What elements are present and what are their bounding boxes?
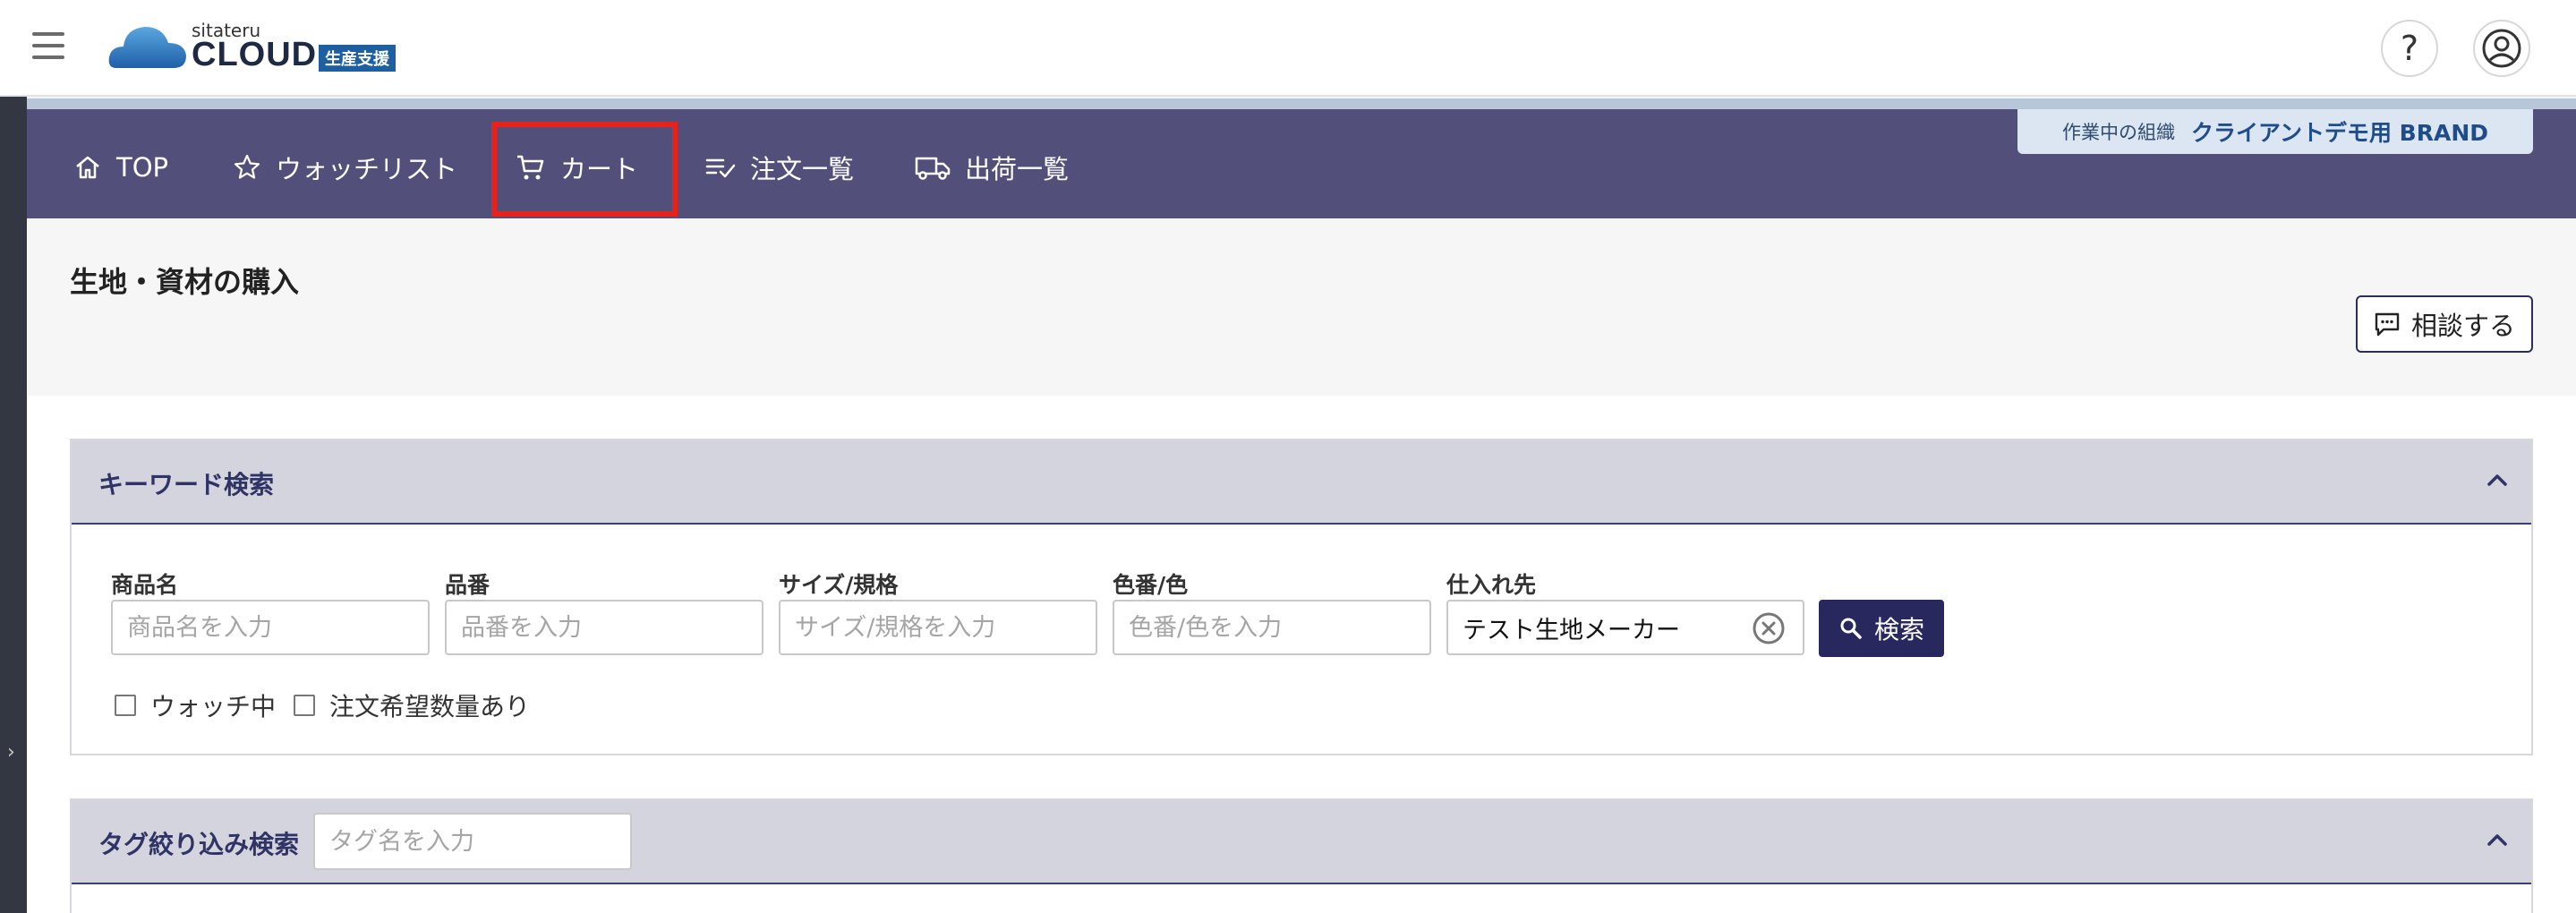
- top-bar: sitateru CLOUD 生産支援 ?: [0, 0, 2576, 97]
- nav-item-orders[interactable]: 注文一覧: [705, 145, 854, 190]
- keyword-search-title: キーワード検索: [98, 470, 275, 499]
- chat-icon: [2375, 312, 2400, 337]
- order-qty-checkbox[interactable]: 注文希望数量あり: [294, 687, 530, 723]
- help-icon: ?: [2400, 29, 2419, 68]
- header-strip: [27, 98, 2576, 109]
- color-label: 色番/色: [1113, 572, 1189, 598]
- nav-item-top[interactable]: TOP: [73, 145, 168, 190]
- chevron-up-icon[interactable]: [2485, 827, 2510, 852]
- size-input[interactable]: [779, 600, 1097, 655]
- watching-checkbox[interactable]: ウォッチ中: [115, 687, 276, 723]
- user-circle-icon: [2482, 29, 2521, 68]
- order-qty-checkbox-label: 注文希望数量あり: [329, 692, 531, 721]
- nav-item-label: 出荷一覧: [965, 154, 1070, 184]
- size-label: サイズ/規格: [779, 572, 899, 598]
- supplier-label: 仕入れ先: [1446, 572, 1537, 598]
- checkbox-box[interactable]: [294, 695, 315, 716]
- search-icon: [1840, 618, 1862, 639]
- nav-item-label: ウォッチリスト: [276, 154, 458, 184]
- page-title: 生地・資材の購入: [70, 265, 300, 299]
- nav-item-shipments[interactable]: 出荷一覧: [915, 145, 1069, 190]
- nav-item-label: TOP: [116, 152, 169, 183]
- tag-search-input[interactable]: [313, 813, 632, 870]
- checkbox-box[interactable]: [115, 695, 136, 716]
- product-name-input[interactable]: [111, 600, 430, 655]
- product-name-label: 商品名: [111, 572, 179, 598]
- consult-button-label: 相談する: [2410, 311, 2515, 341]
- organization-name: クライアントデモ用 BRAND: [2190, 120, 2489, 146]
- expand-sidebar-icon[interactable]: ›: [7, 741, 15, 764]
- help-button[interactable]: ?: [2381, 20, 2438, 77]
- product-code-input[interactable]: [445, 600, 763, 655]
- watching-checkbox-label: ウォッチ中: [150, 692, 277, 721]
- home-icon: [76, 156, 99, 179]
- cart-highlight-box: [491, 122, 678, 217]
- product-code-label: 品番: [445, 572, 490, 598]
- color-input[interactable]: [1113, 600, 1431, 655]
- chevron-up-icon[interactable]: [2485, 467, 2510, 492]
- nav-item-watchlist[interactable]: ウォッチリスト: [233, 145, 457, 190]
- star-icon: [234, 154, 260, 179]
- logo-title: CLOUD: [192, 36, 318, 73]
- left-rail: ›: [0, 97, 27, 913]
- cloud-logo-icon: [108, 27, 186, 68]
- current-organization[interactable]: 作業中の組織 クライアントデモ用 BRAND: [2017, 109, 2533, 154]
- logo-tag: 生産支援: [319, 45, 396, 72]
- consult-button[interactable]: 相談する: [2356, 295, 2533, 353]
- account-button[interactable]: [2473, 20, 2530, 77]
- organization-label: 作業中の組織: [2061, 122, 2175, 143]
- nav-item-label: 注文一覧: [750, 154, 855, 184]
- clear-input-icon[interactable]: [1751, 610, 1787, 646]
- tag-search-title: タグ絞り込み検索: [98, 830, 300, 859]
- hamburger-menu-icon[interactable]: [32, 32, 64, 59]
- search-button-label: 検索: [1873, 615, 1924, 644]
- truck-icon: [915, 157, 951, 180]
- keyword-search-header[interactable]: キーワード検索: [72, 440, 2531, 525]
- checklist-icon: [705, 158, 736, 178]
- app-logo[interactable]: sitateru CLOUD 生産支援: [107, 20, 412, 77]
- search-button[interactable]: 検索: [1819, 600, 1944, 657]
- page-header: 生地・資材の購入 相談する: [27, 218, 2576, 396]
